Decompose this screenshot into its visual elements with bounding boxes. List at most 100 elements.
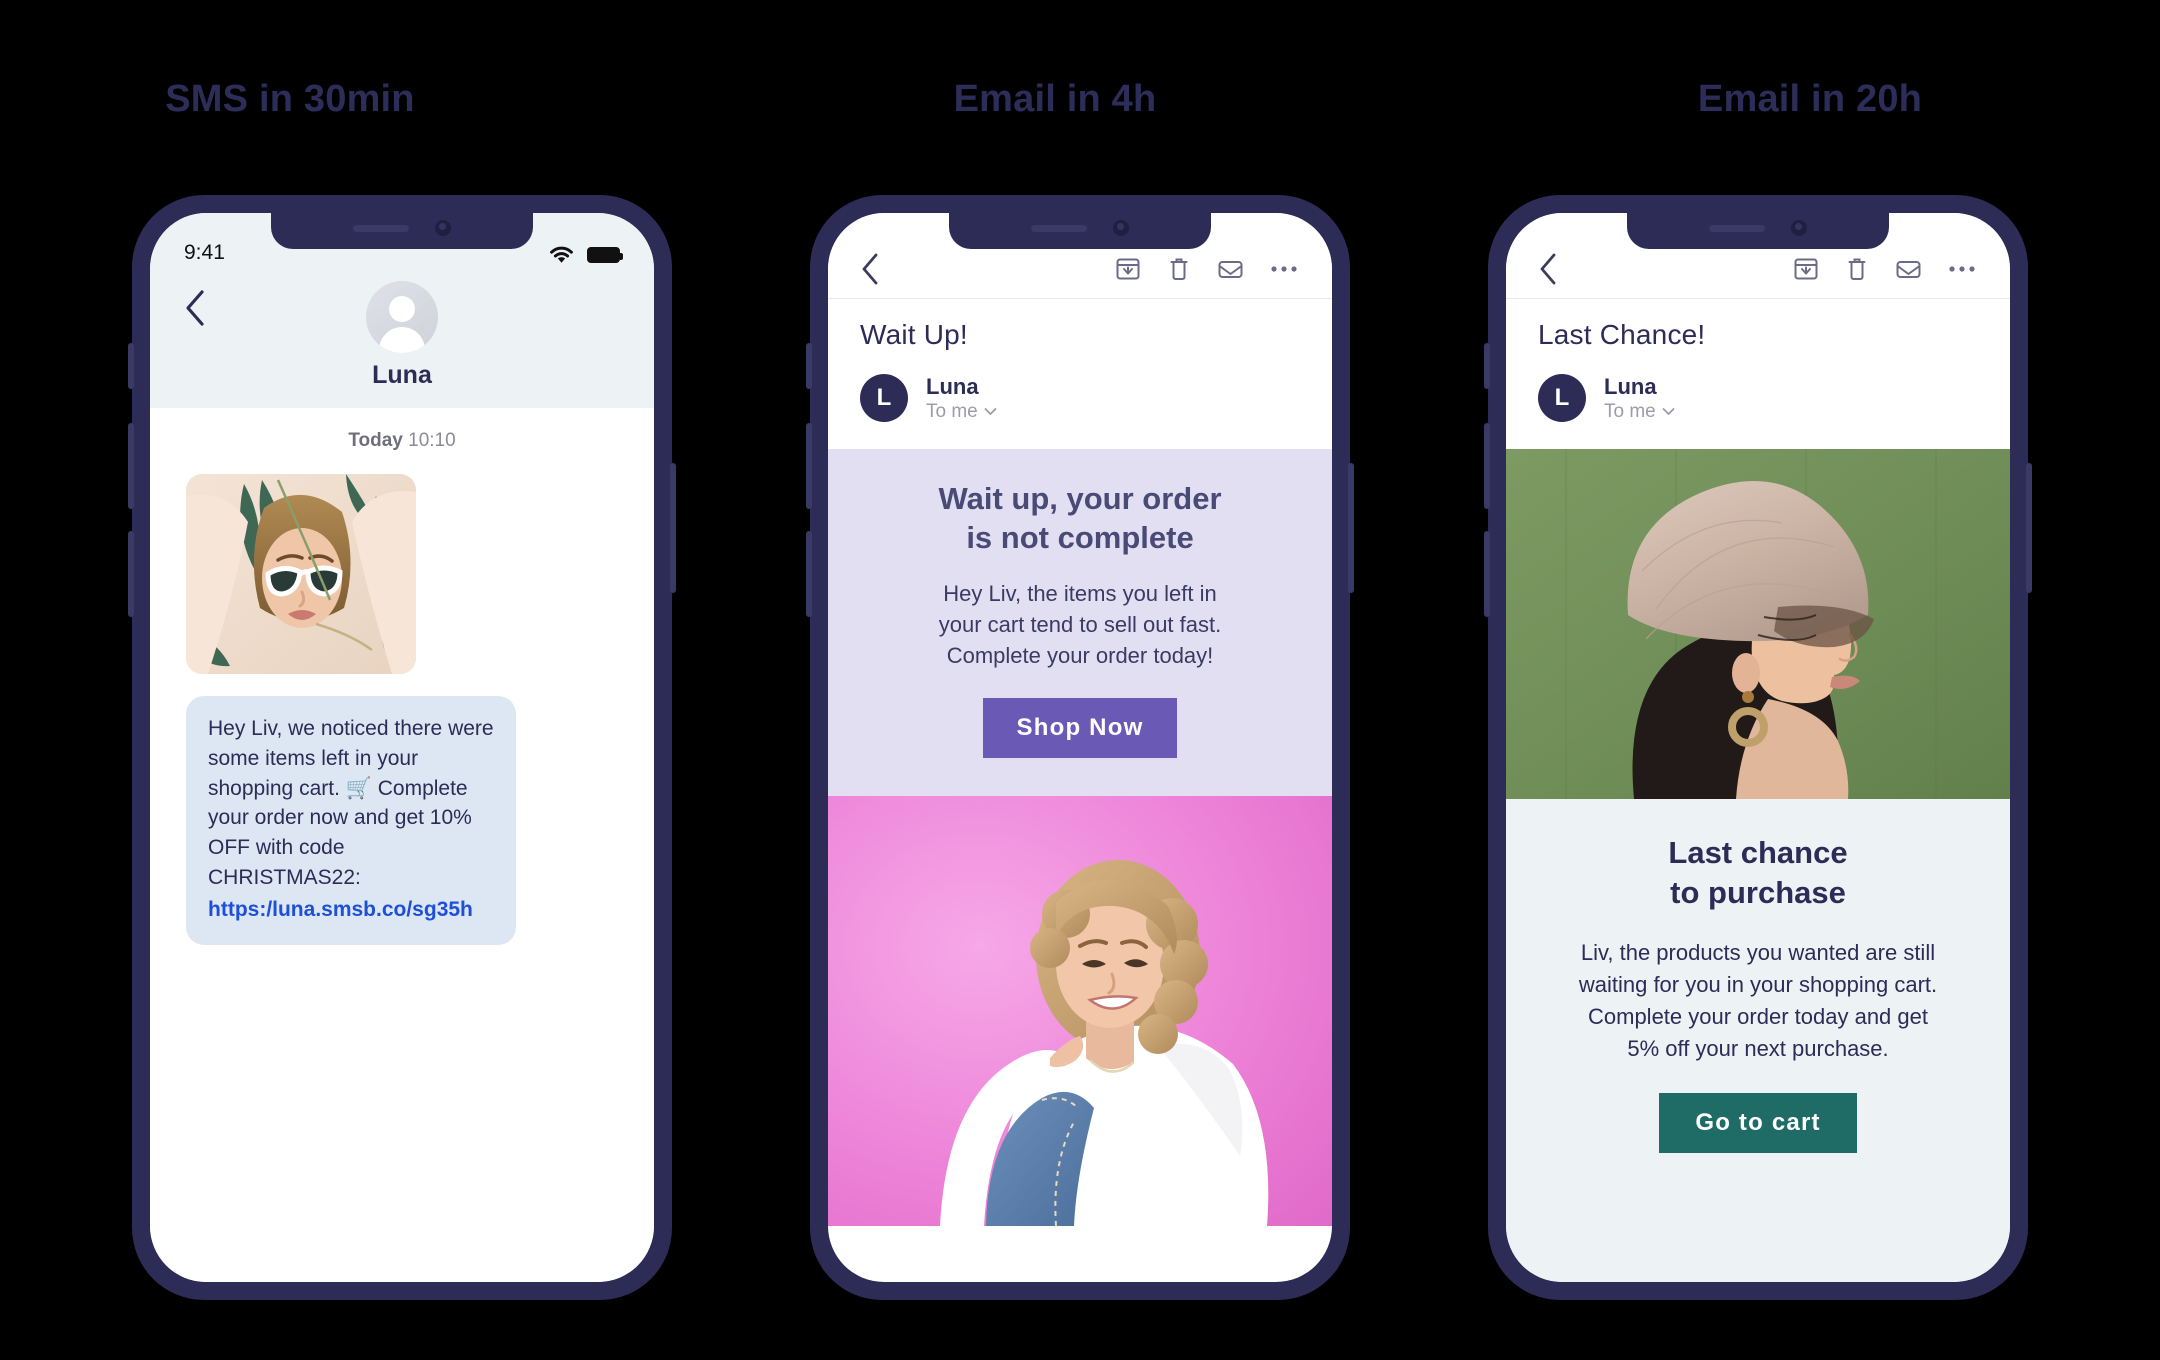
- battery-icon: [587, 247, 623, 263]
- back-button[interactable]: [184, 289, 206, 327]
- phone-side-button-mute[interactable]: [128, 343, 134, 389]
- phone-side-button-volume-up[interactable]: [806, 423, 812, 509]
- front-camera-icon: [1791, 220, 1807, 236]
- email-action-icons: [1793, 256, 1976, 282]
- column-title-email-20h: Email in 20h: [1697, 78, 1923, 120]
- status-bar-indicators: [548, 245, 623, 265]
- contact-avatar: [366, 281, 438, 353]
- phone-side-button-volume-up[interactable]: [128, 423, 134, 509]
- earpiece-speaker: [1031, 224, 1087, 232]
- phone-notch: [1627, 213, 1889, 249]
- back-button[interactable]: [860, 252, 880, 286]
- timestamp-time: 10:10: [408, 430, 456, 451]
- promo-body: Liv, the products you wanted are still w…: [1532, 937, 1984, 1065]
- promo-heading-line-2: to purchase: [1670, 874, 1846, 910]
- shop-now-button[interactable]: Shop Now: [982, 697, 1178, 758]
- smiling-woman-pink-background-photo: [828, 795, 1332, 1226]
- promo-heading: Wait up, your order is not complete: [856, 479, 1304, 558]
- chevron-down-icon: [984, 407, 997, 416]
- phone-frame-email-1: Wait Up! L Luna To me Wait up, your orde…: [806, 195, 1354, 1300]
- email-sender-row[interactable]: L Luna To me: [1538, 373, 1978, 423]
- phone-side-button-mute[interactable]: [806, 343, 812, 389]
- trash-icon[interactable]: [1167, 256, 1191, 282]
- phone-screen-email-1: Wait Up! L Luna To me Wait up, your orde…: [828, 213, 1332, 1282]
- email-promo-section: Last chance to purchase Liv, the product…: [1506, 798, 2010, 1282]
- sms-message-link[interactable]: https:/luna.smsb.co/sg35h: [208, 895, 494, 925]
- email-recipient[interactable]: To me: [1604, 401, 1675, 423]
- phone-side-button-power[interactable]: [670, 463, 676, 593]
- promo-body-line-3: Complete your order today and get: [1588, 1003, 1928, 1029]
- more-options-icon[interactable]: [1948, 265, 1976, 273]
- envelope-icon[interactable]: [1895, 257, 1922, 281]
- front-camera-icon: [435, 220, 451, 236]
- promo-body-line-1: Hey Liv, the items you left in: [943, 580, 1217, 606]
- earpiece-speaker: [1709, 224, 1765, 232]
- email-recipient[interactable]: To me: [926, 401, 997, 423]
- recipient-label: To me: [1604, 400, 1656, 422]
- envelope-icon[interactable]: [1217, 257, 1244, 281]
- promo-body-line-1: Liv, the products you wanted are still: [1580, 940, 1936, 966]
- earpiece-speaker: [353, 224, 409, 232]
- sender-name: Luna: [926, 374, 979, 399]
- email-promo-banner: Wait up, your order is not complete Hey …: [828, 448, 1332, 796]
- phone-side-button-volume-down[interactable]: [806, 531, 812, 617]
- promo-heading-line-2: is not complete: [966, 520, 1194, 556]
- avatar-body-shape: [379, 327, 425, 353]
- promo-body-line-3: Complete your order today!: [946, 643, 1214, 669]
- phone-side-button-volume-up[interactable]: [1484, 423, 1490, 509]
- phone-notch: [271, 213, 533, 249]
- archive-icon[interactable]: [1115, 256, 1141, 282]
- wifi-icon: [548, 245, 575, 265]
- email-photo-pink: [828, 795, 1332, 1226]
- timestamp-day: Today: [348, 430, 403, 451]
- go-to-cart-button[interactable]: Go to cart: [1659, 1092, 1857, 1153]
- phone-frame-email-2: Last Chance! L Luna To me Last chance to…: [1484, 195, 2032, 1300]
- back-button[interactable]: [1538, 252, 1558, 286]
- phone-side-button-power[interactable]: [1348, 463, 1354, 593]
- woman-in-sunglasses-photo: [186, 474, 416, 674]
- promo-heading-line-1: Wait up, your order: [938, 480, 1222, 516]
- status-bar-time: 9:41: [184, 241, 225, 264]
- phone-side-button-volume-down[interactable]: [1484, 531, 1490, 617]
- phone-side-button-volume-down[interactable]: [128, 531, 134, 617]
- screenshot-root: SMS in 30min Email in 4h Email in 20h 9:…: [0, 0, 2160, 1360]
- more-options-icon[interactable]: [1270, 265, 1298, 273]
- sms-conversation-header: Luna: [150, 271, 654, 408]
- promo-body-line-2: waiting for you in your shopping cart.: [1578, 971, 1938, 997]
- archive-icon[interactable]: [1793, 256, 1819, 282]
- phone-side-button-mute[interactable]: [1484, 343, 1490, 389]
- avatar-head-shape: [389, 296, 415, 322]
- contact-name: Luna: [372, 361, 432, 389]
- email-header: Last Chance! L Luna To me: [1506, 299, 2010, 449]
- email-header: Wait Up! L Luna To me: [828, 299, 1332, 449]
- phone-side-button-power[interactable]: [2026, 463, 2032, 593]
- phone-frame-sms: 9:41 Luna Today 10:10 Hey Liv, we notice…: [128, 195, 676, 1300]
- email-action-icons: [1115, 256, 1298, 282]
- email-subject: Last Chance!: [1538, 319, 1706, 350]
- sender-avatar: L: [860, 373, 908, 422]
- phone-screen-sms: 9:41 Luna Today 10:10 Hey Liv, we notice…: [150, 213, 654, 1282]
- message-timestamp: Today 10:10: [150, 408, 654, 468]
- sender-name: Luna: [1604, 374, 1657, 399]
- promo-body-line-4: 5% off your next purchase.: [1627, 1035, 1889, 1061]
- email-subject: Wait Up!: [860, 319, 968, 350]
- promo-heading-line-1: Last chance: [1668, 834, 1848, 870]
- phone-notch: [949, 213, 1211, 249]
- sms-message-bubble[interactable]: Hey Liv, we noticed there were some item…: [186, 696, 516, 945]
- email-photo-green: [1506, 448, 2010, 799]
- sender-avatar: L: [1538, 373, 1586, 422]
- email-sender-row[interactable]: L Luna To me: [860, 373, 1300, 423]
- sms-message-text: Hey Liv, we noticed there were some item…: [208, 717, 494, 890]
- phone-screen-email-2: Last Chance! L Luna To me Last chance to…: [1506, 213, 2010, 1282]
- promo-heading: Last chance to purchase: [1532, 833, 1984, 914]
- column-title-email-4h: Email in 4h: [953, 78, 1157, 120]
- chevron-down-icon: [1662, 407, 1675, 416]
- recipient-label: To me: [926, 400, 978, 422]
- message-photo-attachment[interactable]: [186, 474, 416, 674]
- sms-message-list: Today 10:10 Hey Liv, we noticed there we…: [150, 408, 654, 1282]
- woman-in-bucket-hat-green-background-photo: [1506, 448, 2010, 799]
- promo-body-line-2: your cart tend to sell out fast.: [938, 612, 1222, 638]
- column-title-sms: SMS in 30min: [165, 78, 415, 120]
- front-camera-icon: [1113, 220, 1129, 236]
- trash-icon[interactable]: [1845, 256, 1869, 282]
